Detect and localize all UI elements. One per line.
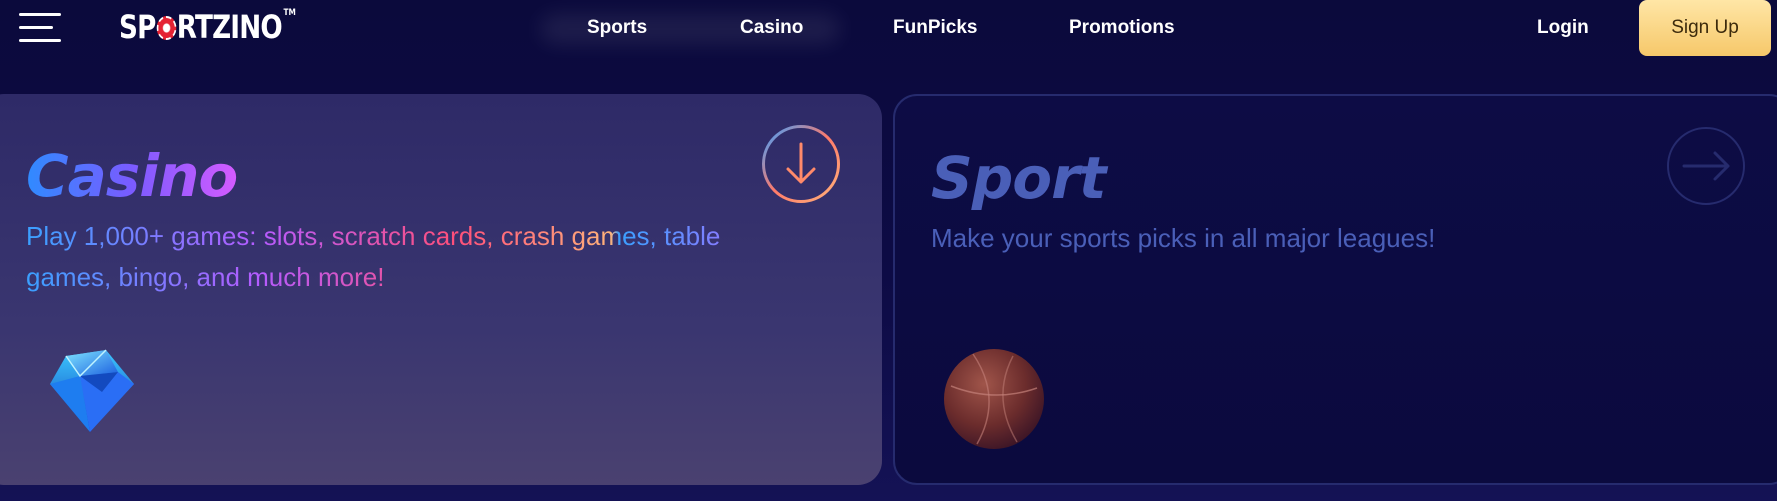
basketball-icon <box>944 349 1044 449</box>
poker-chip-icon <box>156 16 176 40</box>
sign-up-button[interactable]: Sign Up <box>1639 0 1771 56</box>
arrow-right-circle-icon[interactable] <box>1666 126 1746 206</box>
hamburger-menu-icon[interactable] <box>19 13 61 43</box>
casino-card-description: Play 1,000+ games: slots, scratch cards,… <box>26 216 806 298</box>
sportzino-logo[interactable]: SP RTZINO TM <box>119 8 296 46</box>
nav-sports[interactable]: Sports <box>587 17 647 39</box>
diamond-icon <box>50 349 134 432</box>
casino-card-title: Casino <box>26 142 238 210</box>
login-link[interactable]: Login <box>1537 17 1589 39</box>
nav-casino[interactable]: Casino <box>740 17 803 39</box>
sport-card-description: Make your sports picks in all major leag… <box>931 223 1436 253</box>
casino-card[interactable]: Casino Play 1,000+ games: slots, scratch… <box>0 94 882 485</box>
sport-card-title: Sport <box>931 144 1106 212</box>
arrow-down-circle-icon[interactable] <box>761 124 841 204</box>
sport-card[interactable]: Sport Make your sports picks in all majo… <box>893 94 1777 485</box>
nav-promotions[interactable]: Promotions <box>1069 17 1175 39</box>
site-header: SP RTZINO TM Sports Casino FunPicks Promot… <box>0 0 1777 60</box>
nav-funpicks[interactable]: FunPicks <box>893 17 977 39</box>
